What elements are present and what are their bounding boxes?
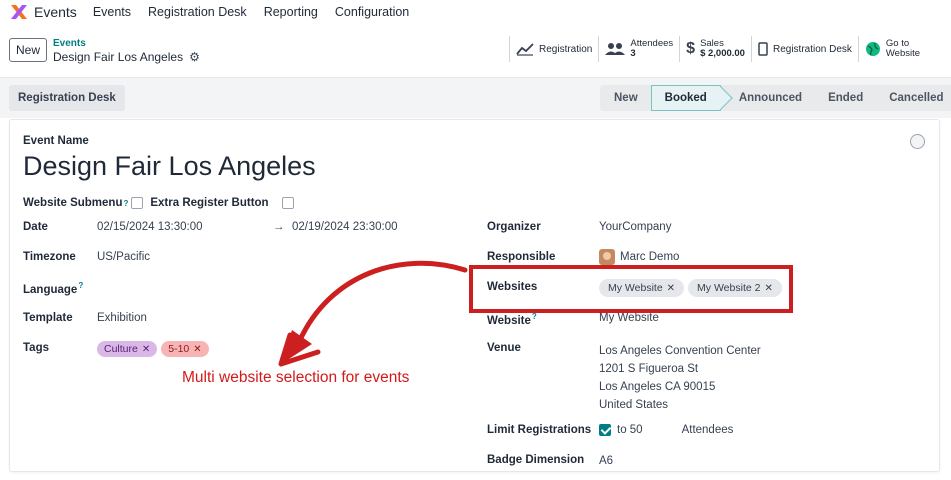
smart-buttons: Registration Attendees 3 $ Sales $ 2,000… [509,36,920,62]
help-icon: ? [78,281,84,290]
registration-smart-button[interactable]: Registration [510,36,600,62]
template-field[interactable]: Exhibition [97,312,147,324]
dollar-icon: $ [686,40,696,57]
venue-address[interactable]: Los Angeles Convention Center 1201 S Fig… [599,342,761,414]
stage-ended[interactable]: Ended [815,85,876,111]
template-label: Template [23,312,73,324]
limit-registrations-field: to 50 Attendees [599,424,733,436]
tags-field[interactable]: Culture ✕ 5-10 ✕ [97,341,213,357]
venue-line: Los Angeles CA 90015 [599,381,716,393]
mobile-icon [758,42,768,56]
stage-announced[interactable]: Announced [721,85,815,111]
events-app-icon[interactable] [10,3,28,21]
date-start-field[interactable]: 02/15/2024 13:30:00 [97,221,203,233]
tag-5-10[interactable]: 5-10 ✕ [161,341,209,357]
stage-booked[interactable]: Booked [650,85,721,111]
date-end-field[interactable]: 02/19/2024 23:30:00 [292,221,398,233]
venue-label: Venue [487,342,521,354]
sales-value: $ 2,000.00 [700,48,745,59]
stage-cancelled[interactable]: Cancelled [876,85,951,111]
control-panel: New Events Design Fair Los Angeles ⚙ Reg… [0,24,951,78]
tag-5-10-label: 5-10 [168,343,190,355]
help-icon: ? [123,198,129,208]
attendees-count: 3 [630,48,636,59]
limit-registrations-label: Limit Registrations [487,424,592,436]
extra-register-label: Extra Register Button [150,197,269,209]
websites-highlight-box [469,265,793,313]
timezone-field[interactable]: US/Pacific [97,251,150,263]
remove-tag-icon[interactable]: ✕ [193,344,201,355]
help-icon: ? [531,312,537,321]
date-label: Date [23,221,48,233]
badge-dimension-field[interactable]: A6 [599,455,613,467]
stage-new[interactable]: New [600,85,651,111]
menu-events[interactable]: Events [93,5,131,19]
menu-registration-desk[interactable]: Registration Desk [148,5,247,19]
top-navbar: Events Events Registration Desk Reportin… [0,0,951,24]
registration-desk-button[interactable]: Registration Desk [9,85,125,111]
language-label: Language? [23,281,83,296]
registration-desk-label: Registration Desk [772,43,852,55]
status-dot[interactable] [910,134,925,149]
limit-to-value[interactable]: to 50 [617,424,643,436]
users-icon [605,42,626,56]
tags-label: Tags [23,342,49,354]
organizer-field[interactable]: YourCompany [599,221,671,233]
website-submenu-checkbox[interactable] [131,197,144,209]
globe-icon [865,41,881,57]
date-arrow: → [273,221,285,233]
stage-statusbar: New Booked Announced Ended Cancelled [600,85,951,111]
attendees-label: Attendees [630,38,674,49]
remove-tag-icon[interactable]: ✕ [142,344,150,355]
avatar [599,249,615,265]
attendees-smart-button[interactable]: Attendees 3 [599,36,681,62]
chart-icon [516,42,534,56]
tag-culture-label: Culture [104,343,138,355]
event-name-label: Event Name [23,135,89,147]
event-name-field[interactable]: Design Fair Los Angeles [23,151,316,182]
website-line2: Website [885,48,921,59]
limit-registrations-checkbox[interactable] [599,424,611,436]
extra-register-checkbox[interactable] [281,197,294,209]
new-button[interactable]: New [9,38,47,62]
app-name[interactable]: Events [34,4,77,20]
sales-smart-button[interactable]: $ Sales $ 2,000.00 [680,36,752,62]
venue-line: 1201 S Figueroa St [599,363,699,375]
breadcrumb-parent[interactable]: Events [53,38,86,49]
responsible-name: Marc Demo [620,251,680,263]
tag-culture[interactable]: Culture ✕ [97,341,158,357]
menu-reporting[interactable]: Reporting [264,5,318,19]
website-submenu-label: Website Submenu [23,197,123,209]
responsible-field[interactable]: Marc Demo [599,249,679,265]
language-field[interactable] [97,281,297,295]
timezone-label: Timezone [23,251,76,263]
venue-line: United States [599,399,669,411]
website-label-text: Website [487,314,531,327]
responsible-label: Responsible [487,251,556,263]
breadcrumb-current: Design Fair Los Angeles ⚙ [53,50,200,64]
organizer-label: Organizer [487,221,541,233]
gear-icon[interactable]: ⚙ [189,50,200,64]
registration-label: Registration [539,43,593,55]
website-label: Website? [487,312,537,327]
annotation-text: Multi website selection for events [182,369,410,386]
website-options-row: Website Submenu ? Extra Register Button [23,197,294,209]
registration-desk-smart-button[interactable]: Registration Desk [752,36,859,62]
badge-dimension-label: Badge Dimension [487,454,585,466]
menu-configuration[interactable]: Configuration [335,5,409,19]
language-label-text: Language [23,283,78,296]
go-to-website-smart-button[interactable]: Go to Website [859,36,920,62]
venue-line: Los Angeles Convention Center [599,345,761,357]
limit-unit: Attendees [681,424,734,436]
website-field[interactable]: My Website [599,312,659,324]
breadcrumb-current-label: Design Fair Los Angeles [53,50,184,64]
status-row: Registration Desk New Booked Announced E… [0,78,951,118]
